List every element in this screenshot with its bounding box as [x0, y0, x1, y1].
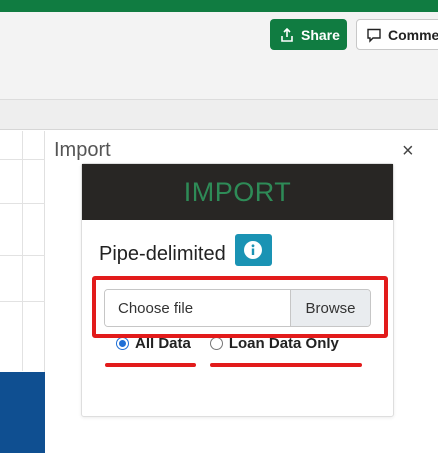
radio-selected-icon[interactable]: [116, 337, 129, 350]
share-button-label: Share: [301, 26, 340, 43]
annotation-underline-all-data: [105, 363, 196, 367]
card-header: IMPORT: [82, 164, 393, 220]
card-header-title: IMPORT: [183, 176, 292, 207]
comment-icon: [367, 28, 381, 43]
grid-line: [22, 131, 23, 371]
section-heading: Pipe-delimited: [99, 243, 226, 265]
info-button[interactable]: [234, 233, 272, 266]
blue-cell-block: [0, 372, 45, 453]
comments-button[interactable]: Comments: [356, 19, 438, 50]
comments-button-label: Comments: [388, 26, 438, 43]
annotation-underline-loan-data: [210, 363, 362, 367]
formula-bar-area: [0, 100, 438, 130]
heading-row: Pipe-delimited: [99, 233, 272, 266]
annotation-highlight-box: [92, 276, 388, 338]
info-icon: [244, 240, 263, 259]
share-button[interactable]: Share: [270, 19, 347, 50]
share-icon: [281, 27, 293, 42]
close-icon[interactable]: ×: [402, 140, 414, 163]
app-header-band: [0, 0, 438, 12]
radio-unselected-icon[interactable]: [209, 337, 223, 350]
pane-title: Import: [54, 139, 111, 161]
